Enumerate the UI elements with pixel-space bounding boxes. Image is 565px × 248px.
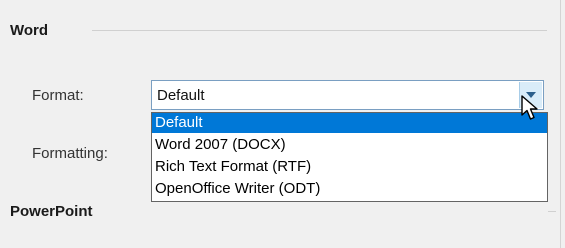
format-label: Format: (32, 87, 84, 104)
powerpoint-section-header: PowerPoint (10, 201, 93, 221)
format-option-default[interactable]: Default (152, 113, 547, 133)
formatting-label: Formatting: (32, 145, 108, 162)
format-select[interactable]: Default (151, 80, 544, 110)
word-section-title: Word (10, 21, 49, 39)
powerpoint-section-divider (548, 211, 556, 212)
word-section-divider (92, 30, 547, 31)
mouse-pointer-icon (521, 95, 538, 120)
export-settings-panel: Word Format: Default Formatting: PowerPo… (0, 0, 561, 248)
format-select-value: Default (157, 87, 205, 104)
format-option-rtf[interactable]: Rich Text Format (RTF) (152, 157, 547, 177)
format-option-odt[interactable]: OpenOffice Writer (ODT) (152, 179, 547, 199)
format-dropdown-list: Default Word 2007 (DOCX) Rich Text Forma… (151, 112, 548, 202)
format-option-docx[interactable]: Word 2007 (DOCX) (152, 135, 547, 155)
word-section-header: Word (10, 20, 48, 40)
powerpoint-section-title: PowerPoint (10, 202, 93, 220)
